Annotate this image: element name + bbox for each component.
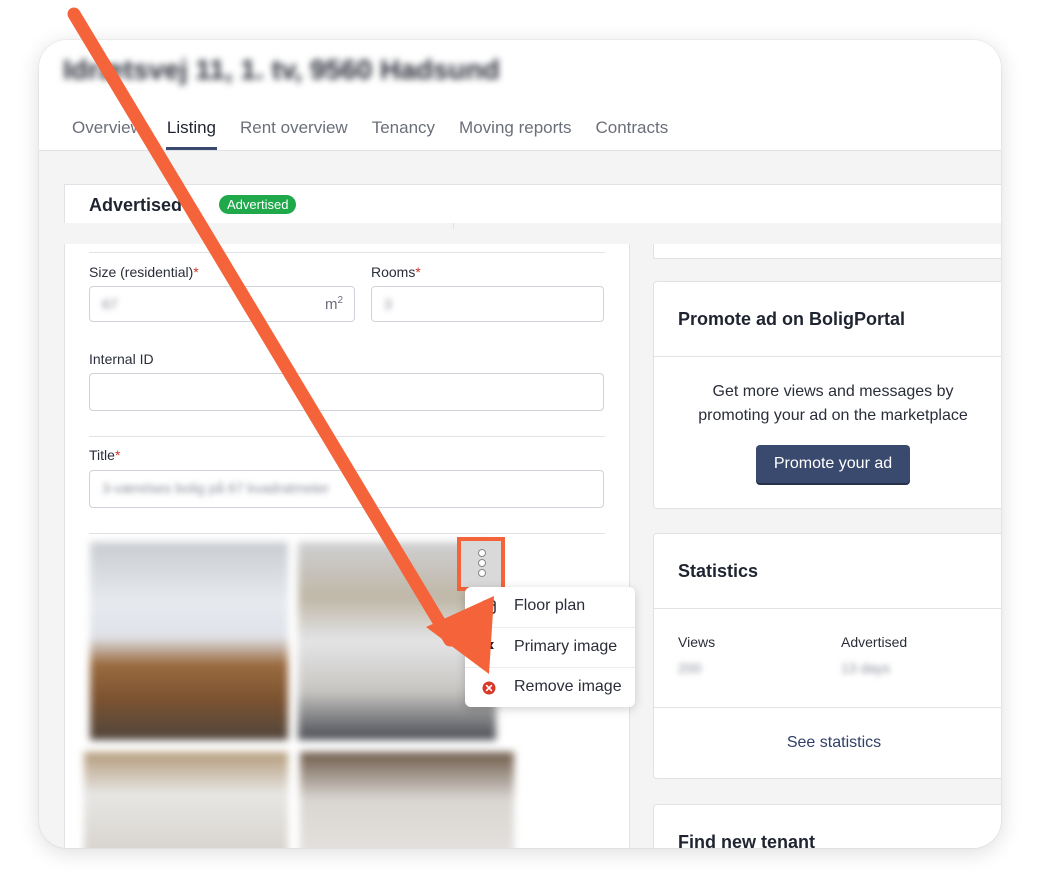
annotation-arrow-icon xyxy=(67,7,494,674)
